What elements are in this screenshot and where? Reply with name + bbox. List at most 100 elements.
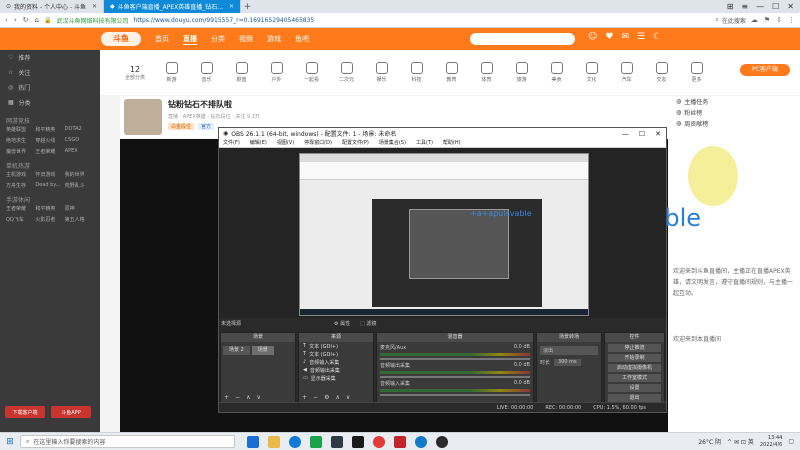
sidebar-link[interactable]: DOTA2 xyxy=(65,126,94,133)
gear-icon[interactable]: ⚙ xyxy=(324,394,329,401)
clock[interactable]: 13:44 2022/4/6 xyxy=(760,435,782,449)
remove-icon[interactable]: − xyxy=(235,394,240,401)
stop-streaming-button[interactable]: 停止推流 xyxy=(608,344,661,352)
sidebar-link[interactable]: 穿越火线 xyxy=(35,137,64,144)
sidebar-link[interactable]: QQ飞车 xyxy=(6,216,35,223)
source-item[interactable]: T 文本 (GDI+) xyxy=(299,350,373,358)
menu-tools[interactable]: 工具(T) xyxy=(416,139,433,147)
volume-slider[interactable] xyxy=(380,358,530,360)
edge-icon[interactable] xyxy=(289,435,301,448)
settings-button[interactable]: 设置 xyxy=(608,384,661,392)
close-icon[interactable]: ✕ xyxy=(229,3,234,10)
sidebar-link[interactable]: 和平精英 xyxy=(35,126,64,133)
source-item[interactable]: ♪ 音频输入采集 xyxy=(299,358,373,366)
panel-item[interactable]: ◍ 粉丝榜 xyxy=(668,107,800,118)
up-icon[interactable]: ∧ xyxy=(335,394,339,401)
category-item[interactable]: 汽车 xyxy=(613,62,640,83)
message-icon[interactable]: ✉ xyxy=(621,32,629,42)
menu-view[interactable]: 视图(V) xyxy=(277,139,294,147)
follow-icon[interactable]: ♥ xyxy=(605,32,613,42)
menu-icon[interactable]: ≡ xyxy=(741,2,748,11)
nav-item-category[interactable]: 分类 xyxy=(211,34,225,45)
nav-item-live[interactable]: 直播 xyxy=(183,34,197,45)
close-window-button[interactable]: ✕ xyxy=(655,130,661,138)
studio-mode-button[interactable]: 工作室模式 xyxy=(608,374,661,382)
download-icon[interactable]: ⇩ xyxy=(776,16,782,24)
task-view-icon[interactable] xyxy=(247,435,259,448)
category-item[interactable]: 文化 xyxy=(578,62,605,83)
sidebar-link[interactable]: 火影忍者 xyxy=(35,216,64,223)
category-item[interactable]: 音乐 xyxy=(193,62,220,83)
sidebar-link[interactable]: 王者荣耀 xyxy=(6,205,35,212)
source-item[interactable]: ◀ 音频输出采集 xyxy=(299,366,373,374)
scene-item[interactable]: 场景 2 xyxy=(223,346,250,355)
category-item[interactable]: 新游 xyxy=(158,62,185,83)
filters-button[interactable]: ⬚ 滤镜 xyxy=(360,320,376,327)
sidebar-link[interactable]: CSGO xyxy=(65,137,94,144)
reload-icon[interactable]: ↻ xyxy=(23,16,29,24)
scene-item-selected[interactable]: 场景 xyxy=(251,346,274,355)
close-icon[interactable]: ✕ xyxy=(92,3,97,10)
game-icon[interactable] xyxy=(352,435,364,448)
sidebar-link[interactable]: 第五人格 xyxy=(65,216,94,223)
browser-tab-active[interactable]: ◆ 斗鱼客户端直播_APEX英雄直播_钻石... ✕ xyxy=(104,0,242,13)
new-tab-button[interactable]: + xyxy=(241,2,254,12)
category-item[interactable]: 户外 xyxy=(263,62,290,83)
sidebar-link[interactable]: 我的世界 xyxy=(65,171,94,178)
category-item[interactable]: 体育 xyxy=(473,62,500,83)
remove-icon[interactable]: − xyxy=(313,394,318,401)
theme-icon[interactable]: ☾ xyxy=(653,32,661,42)
extension-icon[interactable]: ☁ xyxy=(751,16,758,24)
category-item[interactable]: 更多 xyxy=(683,62,710,83)
weather-status[interactable]: 26°C 阴 xyxy=(698,437,721,446)
notification-icon[interactable]: ▢ xyxy=(788,438,794,445)
netease-icon[interactable] xyxy=(373,435,385,448)
history-icon[interactable]: ☰ xyxy=(637,32,645,42)
obs-preview[interactable]: +a+apulsvable xyxy=(219,148,666,318)
sidebar-link[interactable]: 英雄联盟 xyxy=(6,126,35,133)
browser-icon[interactable] xyxy=(415,435,427,448)
sidebar-link[interactable]: 和平精英 xyxy=(35,205,64,212)
forward-icon[interactable]: › xyxy=(14,16,17,24)
up-icon[interactable]: ∧ xyxy=(246,394,250,401)
volume-slider[interactable] xyxy=(380,394,530,396)
category-item[interactable]: 交友 xyxy=(648,62,675,83)
sidebar-item[interactable]: ◎ 热门 xyxy=(0,80,100,95)
sidebar-link[interactable]: 原神 xyxy=(65,205,94,212)
user-icon[interactable]: ☺ xyxy=(588,32,597,42)
category-item[interactable]: 旅游 xyxy=(508,62,535,83)
exit-button[interactable]: 退出 xyxy=(608,394,661,402)
transition-duration[interactable]: 时长 300 ms xyxy=(540,359,598,366)
menu-edit[interactable]: 编辑(E) xyxy=(250,139,267,147)
tray-icons[interactable]: ^ ✉ ⊡ 英 xyxy=(727,437,754,446)
menu-help[interactable]: 帮助(H) xyxy=(443,139,461,147)
menu-file[interactable]: 文件(F) xyxy=(223,139,240,147)
sidebar-link[interactable]: 方舟生存 xyxy=(6,182,35,189)
maximize-button[interactable]: ☐ xyxy=(639,130,645,138)
app-button[interactable]: 斗鱼APP xyxy=(51,406,91,418)
sidebar-link[interactable]: 王者荣耀 xyxy=(35,148,64,155)
start-button[interactable]: ⊞ xyxy=(0,437,20,447)
category-item[interactable]: 美食 xyxy=(543,62,570,83)
category-item[interactable]: 一起看 xyxy=(298,62,325,83)
virtual-camera-button[interactable]: 启动虚拟摄像机 xyxy=(608,364,661,372)
add-icon[interactable]: + xyxy=(224,394,229,401)
url-field[interactable]: https://www.douyu.com/9915557_r=0.169165… xyxy=(133,17,314,24)
panel-item[interactable]: ◍ 主播任务 xyxy=(668,96,800,107)
properties-button[interactable]: ⚙ 属性 xyxy=(334,320,350,327)
down-icon[interactable]: ∨ xyxy=(256,394,260,401)
source-item[interactable]: ▭ 显示器采集 xyxy=(299,374,373,382)
source-item[interactable]: T 文本 (GDI+) xyxy=(299,342,373,350)
sidebar-link[interactable]: 荒野乱斗 xyxy=(65,182,94,189)
close-window-button[interactable]: ✕ xyxy=(787,2,794,11)
obs-icon[interactable] xyxy=(436,435,448,448)
sidebar-link[interactable]: 主机游戏 xyxy=(6,171,35,178)
steam-icon[interactable] xyxy=(331,435,343,448)
sidebar-link[interactable]: APEX xyxy=(65,148,94,155)
category-item[interactable]: 二次元 xyxy=(333,62,360,83)
store-icon[interactable] xyxy=(310,435,322,448)
sidebar-link[interactable]: 魔兽世界 xyxy=(6,148,35,155)
app-icon[interactable] xyxy=(394,435,406,448)
extension-icon[interactable]: ⚑ xyxy=(764,16,770,24)
category-item[interactable]: 科技 xyxy=(403,62,430,83)
